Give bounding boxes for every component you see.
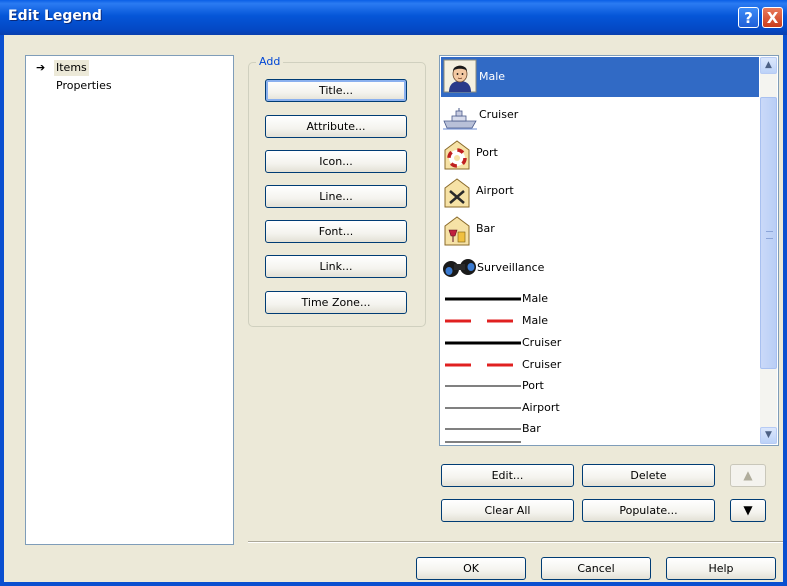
list-item[interactable]: Male (441, 311, 759, 331)
bottom-separator (248, 541, 783, 543)
line-swatch-icon (445, 428, 521, 430)
help-title-button[interactable]: ? (738, 7, 759, 28)
list-item-label: Male (522, 314, 549, 327)
window-frame-right (783, 35, 787, 586)
window-frame-bottom (0, 582, 787, 586)
section-tree[interactable]: ➔ Items Properties (25, 55, 234, 545)
tree-item-label: Properties (56, 79, 112, 92)
list-item-label: Cruiser (522, 336, 562, 349)
tree-item-items[interactable]: ➔ Items (26, 60, 226, 76)
line-swatch-icon (445, 441, 521, 443)
list-item[interactable]: Airport (441, 398, 759, 418)
edit-button[interactable]: Edit... (441, 464, 574, 487)
add-font-button[interactable]: Font... (265, 220, 407, 243)
list-item-label: Surveillance (477, 261, 545, 274)
list-item-label: Port (522, 379, 544, 392)
help-button[interactable]: Help (666, 557, 776, 580)
scroll-up-icon[interactable]: ▲ (760, 57, 777, 74)
legend-items-list[interactable]: Male Cruiser Port Airport Bar Surveillan… (439, 55, 779, 446)
list-item[interactable]: Surveillance (441, 253, 759, 283)
line-swatch-icon (445, 363, 521, 367)
line-swatch-icon (445, 385, 521, 387)
cruiser-ship-icon (443, 108, 477, 130)
list-item-label: Male (479, 70, 506, 83)
list-item[interactable]: Cruiser (441, 355, 759, 375)
list-item[interactable]: Male (441, 289, 759, 309)
line-swatch-icon (445, 407, 521, 409)
list-item-label: Port (476, 146, 498, 159)
list-item[interactable] (441, 440, 759, 445)
populate-button[interactable]: Populate... (582, 499, 715, 522)
title-bar: Edit Legend ? X (0, 0, 787, 35)
move-up-button[interactable]: ▲ (730, 464, 766, 487)
line-swatch-icon (445, 341, 521, 345)
add-title-button[interactable]: Title... (265, 79, 407, 102)
add-icon-button[interactable]: Icon... (265, 150, 407, 173)
scroll-down-icon[interactable]: ▼ (760, 427, 777, 444)
cancel-button[interactable]: Cancel (541, 557, 651, 580)
add-link-button[interactable]: Link... (265, 255, 407, 278)
list-item[interactable]: Port (441, 136, 759, 174)
add-line-button[interactable]: Line... (265, 185, 407, 208)
binoculars-icon (443, 259, 476, 277)
list-item-label: Bar (476, 222, 495, 235)
male-person-icon (443, 59, 477, 93)
list-item-label: Cruiser (479, 108, 519, 121)
line-swatch-icon (445, 297, 521, 301)
clear-all-button[interactable]: Clear All (441, 499, 574, 522)
list-item-label: Bar (522, 422, 541, 435)
tree-arrow-icon: ➔ (36, 61, 46, 74)
ok-button[interactable]: OK (416, 557, 526, 580)
list-item[interactable]: Port (441, 376, 759, 396)
window-frame-left (0, 35, 4, 586)
list-item-label: Cruiser (522, 358, 562, 371)
bar-drinks-icon (444, 216, 470, 246)
list-item[interactable]: Bar (441, 419, 759, 439)
delete-button[interactable]: Delete (582, 464, 715, 487)
scrollbar-grip-icon (766, 231, 773, 239)
tree-item-properties[interactable]: Properties (26, 78, 226, 94)
list-item-label: Airport (476, 184, 514, 197)
scrollbar-thumb[interactable] (760, 97, 777, 369)
list-item-label: Airport (522, 401, 560, 414)
add-time-zone-button[interactable]: Time Zone... (265, 291, 407, 314)
list-item-label: Male (522, 292, 549, 305)
port-lifebuoy-icon (444, 140, 470, 170)
add-attribute-button[interactable]: Attribute... (265, 115, 407, 138)
list-item[interactable]: Bar (441, 212, 759, 250)
list-item[interactable]: Cruiser (441, 100, 759, 136)
list-item[interactable]: Cruiser (441, 333, 759, 353)
tree-item-label: Items (54, 60, 89, 76)
airport-icon (444, 178, 470, 208)
move-down-button[interactable]: ▼ (730, 499, 766, 522)
list-scrollbar[interactable]: ▲ ▼ (760, 57, 777, 444)
list-item[interactable]: Male (441, 57, 759, 97)
list-item[interactable]: Airport (441, 174, 759, 212)
close-window-button[interactable]: X (762, 7, 783, 28)
line-swatch-icon (445, 319, 521, 323)
window-title: Edit Legend (8, 8, 102, 24)
add-group-label: Add (256, 55, 284, 68)
